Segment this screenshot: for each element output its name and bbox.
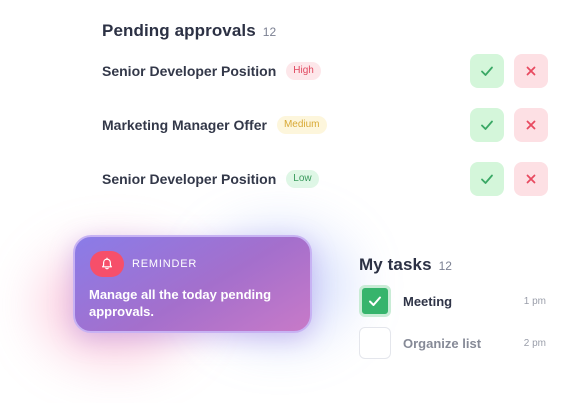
task-name: Meeting xyxy=(403,293,453,309)
task-item: Organize list 2 pm xyxy=(359,327,548,359)
approval-title: Senior Developer Position xyxy=(102,63,277,79)
check-icon xyxy=(369,296,381,306)
approval-title: Marketing Manager Offer xyxy=(102,117,267,133)
my-tasks-title: My tasks xyxy=(359,255,432,274)
priority-badge: Low xyxy=(286,170,319,188)
task-checkbox[interactable] xyxy=(359,285,391,317)
check-icon xyxy=(481,174,493,184)
pending-approvals-title: Pending approvals xyxy=(102,21,256,40)
close-icon xyxy=(526,120,536,130)
pending-approvals-count: 12 xyxy=(262,25,277,39)
priority-badge: High xyxy=(286,62,321,80)
approval-row: Senior Developer Position High xyxy=(102,54,548,88)
reject-button[interactable] xyxy=(514,162,548,196)
approve-button[interactable] xyxy=(470,108,504,142)
my-tasks-header: My tasks 12 xyxy=(359,255,452,275)
reminder-card: REMINDER Manage all the today pending ap… xyxy=(73,235,312,333)
reject-button[interactable] xyxy=(514,108,548,142)
bell-icon xyxy=(90,251,124,277)
task-name: Organize list xyxy=(403,335,482,351)
approve-button[interactable] xyxy=(470,54,504,88)
approval-title: Senior Developer Position xyxy=(102,171,277,187)
my-tasks-count: 12 xyxy=(438,259,452,273)
close-icon xyxy=(526,66,536,76)
priority-badge: Medium xyxy=(276,116,327,134)
pending-approvals-header: Pending approvals 12 xyxy=(102,21,276,41)
reminder-text: Manage all the today pending approvals. xyxy=(89,287,272,319)
reject-button[interactable] xyxy=(514,54,548,88)
approval-row: Senior Developer Position Low xyxy=(102,162,548,196)
task-time: 1 pm xyxy=(523,295,546,307)
close-icon xyxy=(526,174,536,184)
check-icon xyxy=(481,120,493,130)
approve-button[interactable] xyxy=(470,162,504,196)
task-time: 2 pm xyxy=(523,337,546,349)
task-checkbox[interactable] xyxy=(359,327,391,359)
approval-row: Marketing Manager Offer Medium xyxy=(102,108,548,142)
check-icon xyxy=(481,66,493,76)
reminder-label: REMINDER xyxy=(132,258,198,270)
task-item: Meeting 1 pm xyxy=(359,285,548,317)
